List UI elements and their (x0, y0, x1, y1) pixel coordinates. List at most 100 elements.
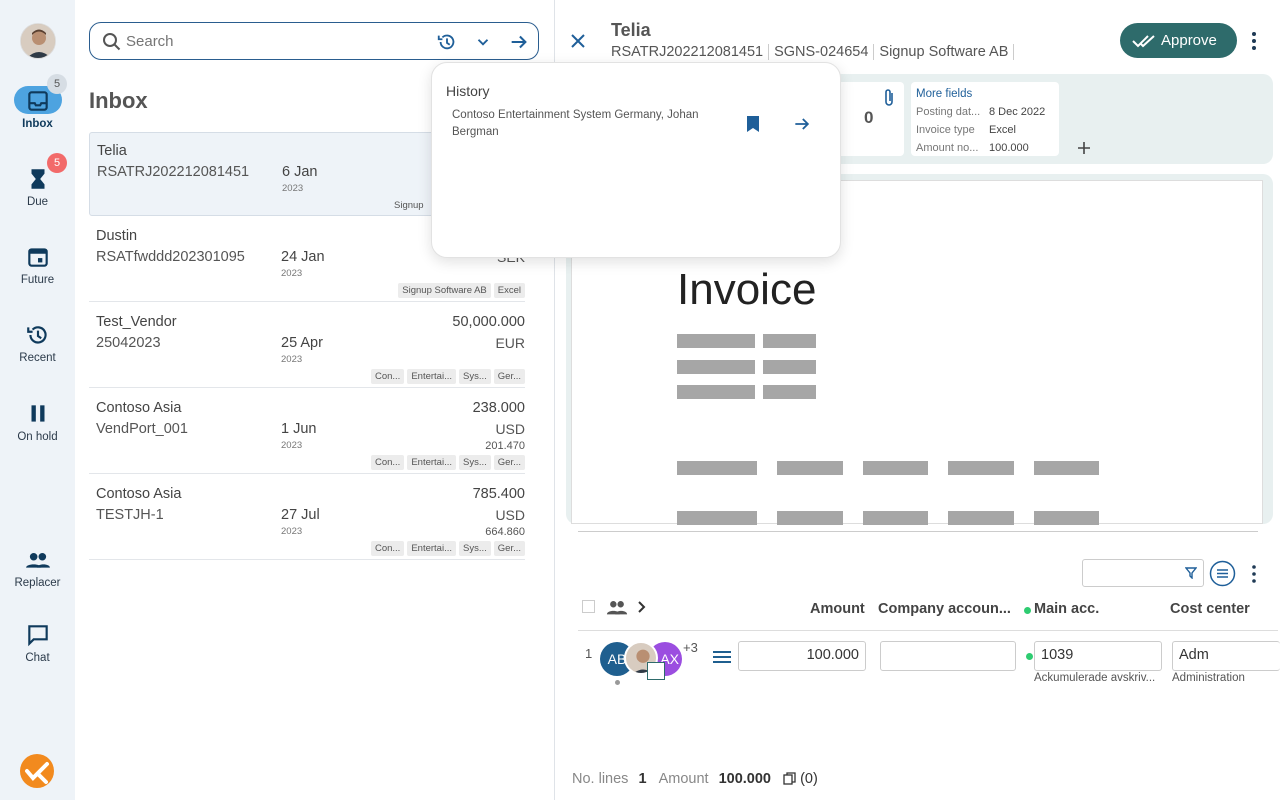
nav-on-hold[interactable]: On hold (0, 401, 75, 443)
search-input[interactable] (126, 31, 416, 51)
row-year: 2023 (281, 526, 303, 537)
people-icon (25, 552, 50, 568)
row-year: 2023 (281, 354, 303, 365)
chevron-down-icon[interactable] (474, 33, 492, 51)
row-year: 2023 (282, 183, 304, 194)
status-dot (1026, 653, 1033, 660)
col-company-account[interactable]: Company accoun... (878, 601, 1011, 617)
row-date: 27 Jul (281, 507, 320, 523)
nav-future-label: Future (20, 274, 55, 286)
nav-replacer-label: Replacer (14, 577, 61, 589)
search-box[interactable] (89, 22, 539, 60)
bookmark-icon[interactable] (746, 115, 760, 133)
tag: Con... (370, 455, 405, 470)
row-amount: 785.400 (472, 486, 525, 502)
add-field-icon[interactable] (1076, 140, 1092, 156)
list-view-icon[interactable] (1209, 560, 1236, 587)
inbox-count-badge: 5 (47, 74, 67, 94)
amount-field[interactable]: 100.000 (738, 641, 866, 671)
row-date: 24 Jan (281, 249, 325, 265)
search-history-icon[interactable] (436, 31, 458, 53)
close-icon[interactable] (569, 32, 587, 50)
divider (578, 630, 1278, 631)
arrow-right-icon[interactable] (792, 114, 812, 134)
row-amount: 238.000 (472, 400, 525, 416)
inbox-title: Inbox (89, 88, 148, 113)
more-fields-card[interactable]: More fields Posting dat... 8 Dec 2022 In… (911, 82, 1059, 156)
tag: Ger... (493, 369, 525, 384)
nav-inbox[interactable]: Inbox (0, 88, 75, 130)
list-item[interactable]: Contoso Asia TESTJH-1 27 Jul 2023 785.40… (89, 476, 525, 560)
field-label: Amount no... (916, 142, 979, 154)
history-icon (26, 326, 47, 344)
row-amount: 50,000.000 (452, 314, 525, 330)
nav-due[interactable]: Due (0, 166, 75, 208)
chevron-right-icon[interactable] (636, 600, 648, 614)
row-vendor: Test_Vendor (96, 314, 177, 330)
tag: Sys... (459, 369, 491, 384)
tag: Sys... (459, 541, 491, 556)
detail-vendor: Telia (611, 20, 651, 40)
arrow-right-icon[interactable] (508, 31, 530, 53)
more-vertical-icon[interactable] (1246, 31, 1262, 51)
nav-replacer[interactable]: Replacer (0, 547, 75, 589)
row-currency: EUR (495, 335, 525, 351)
more-vertical-icon[interactable] (1247, 564, 1261, 584)
nav-on-hold-label: On hold (17, 431, 58, 443)
more-users-count[interactable]: +3 (683, 640, 698, 655)
detail-invoice-number: RSATRJ202212081451 (611, 44, 770, 60)
search-history-popup: History Contoso Entertainment System Ger… (431, 62, 841, 258)
approve-button[interactable]: Approve (1120, 23, 1237, 58)
tag: Con... (370, 369, 405, 384)
app-logo (19, 753, 55, 789)
divider (578, 531, 1258, 532)
main-acc-value: 1039 (1041, 647, 1074, 663)
row-vendor: Contoso Asia (96, 400, 182, 416)
tag: Signup Software AB (398, 283, 491, 298)
user-avatar[interactable] (20, 23, 56, 59)
row-vendor: Telia (97, 143, 127, 159)
company-account-field[interactable] (880, 641, 1016, 671)
nav-future[interactable]: Future (0, 244, 75, 286)
tag: Entertai... (407, 369, 456, 384)
copy-icon[interactable] (783, 772, 796, 785)
menu-icon[interactable] (712, 649, 732, 665)
nav-recent[interactable]: Recent (0, 322, 75, 364)
row-date: 1 Jun (281, 421, 317, 437)
field-label: Invoice type (916, 124, 975, 136)
lines-label: No. lines (572, 771, 629, 787)
col-cost-center[interactable]: Cost center (1170, 601, 1250, 617)
more-fields-title: More fields (916, 88, 973, 100)
status-dot (615, 680, 620, 685)
col-main-acc[interactable]: Main acc. (1034, 601, 1099, 617)
grid-footer: No. lines 1 Amount 100.000 (0) (572, 771, 818, 787)
list-item[interactable]: Test_Vendor 25042023 25 Apr 2023 50,000.… (89, 304, 525, 388)
tag: Sys... (459, 455, 491, 470)
paperclip-icon (885, 89, 893, 106)
field-label: Posting dat... (916, 106, 981, 118)
field-value: 100.000 (989, 142, 1029, 154)
history-entry[interactable]: Contoso Entertainment System Germany, Jo… (452, 107, 732, 141)
row-currency: USD (495, 507, 525, 523)
row-year: 2023 (281, 268, 303, 279)
double-check-icon (1132, 35, 1155, 48)
tag: Con... (370, 541, 405, 556)
col-amount[interactable]: Amount (810, 601, 865, 617)
list-item[interactable]: Contoso Asia VendPort_001 1 Jun 2023 238… (89, 390, 525, 474)
grid-filter-input[interactable] (1082, 559, 1204, 587)
footer-amount-value: 100.000 (718, 771, 771, 787)
row-tags: Signup Software AB Excel (398, 283, 525, 298)
people-icon[interactable] (606, 598, 628, 616)
row-invoice-number: 25042023 (96, 335, 161, 351)
cost-center-field[interactable]: Adm (1172, 641, 1280, 671)
attachments-count: 0 (864, 108, 874, 127)
tag: Excel (493, 283, 525, 298)
select-all-checkbox[interactable] (582, 600, 595, 613)
row-vendor: Dustin (96, 228, 138, 244)
inbox-icon (27, 91, 48, 111)
row-tags: Con... Entertai... Sys... Ger... (370, 369, 525, 384)
main-acc-field[interactable]: 1039 (1034, 641, 1162, 671)
approver-checkbox[interactable] (647, 662, 665, 680)
nav-due-label: Due (26, 196, 49, 208)
nav-chat[interactable]: Chat (0, 622, 75, 664)
